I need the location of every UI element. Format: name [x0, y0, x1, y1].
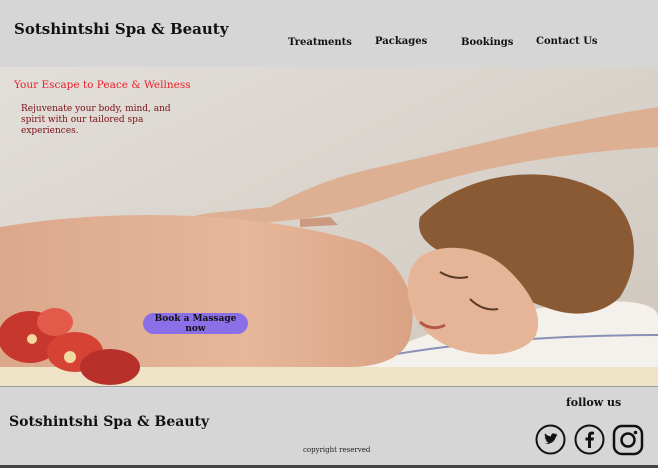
footer-brand: Sotshintshi Spa & Beauty [9, 414, 210, 430]
site-brand[interactable]: Sotshintshi Spa & Beauty [14, 20, 228, 38]
facebook-icon[interactable] [574, 424, 605, 455]
instagram-icon[interactable] [612, 424, 644, 456]
site-header: Sotshintshi Spa & Beauty Treatments Pack… [0, 0, 658, 67]
hero-title: Your Escape to Peace & Wellness [14, 79, 191, 91]
copyright-text: copyright reserved [303, 446, 371, 454]
nav-contact-us[interactable]: Contact Us [536, 36, 598, 47]
nav-packages[interactable]: Packages [375, 36, 427, 47]
hero-section: Your Escape to Peace & Wellness Rejuvena… [0, 67, 658, 387]
follow-us-label: follow us [566, 396, 622, 409]
hero-subtitle: Rejuvenate your body, mind, and spirit w… [21, 104, 171, 136]
nav-treatments[interactable]: Treatments [288, 37, 352, 48]
twitter-icon[interactable] [535, 424, 566, 455]
book-massage-button[interactable]: Book a Massage now [143, 313, 248, 334]
nav-bookings[interactable]: Bookings [461, 37, 513, 48]
